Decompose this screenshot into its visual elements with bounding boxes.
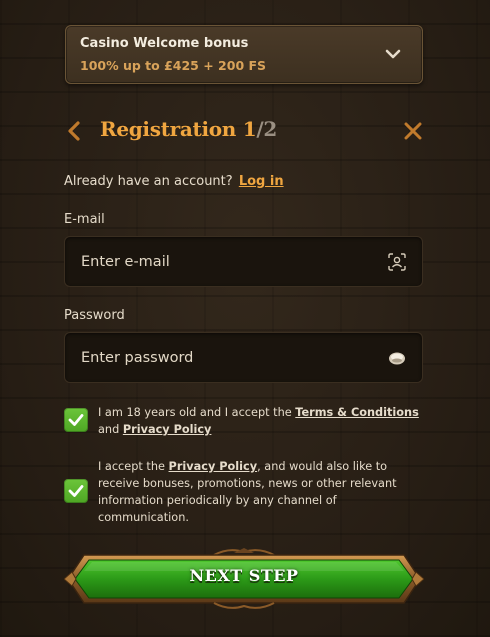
terms-checkbox[interactable]: [64, 408, 88, 432]
terms-consent-row: I am 18 years old and I accept the Terms…: [64, 404, 424, 440]
email-field-wrapper: [64, 236, 423, 287]
marketing-text-1: I accept the: [98, 460, 169, 473]
account-prompt: Already have an account? Log in: [64, 174, 284, 189]
marketing-consent-text: I accept the Privacy Policy, and would a…: [98, 458, 424, 526]
step-total: /2: [256, 117, 277, 141]
password-label: Password: [64, 308, 125, 323]
terms-text-2: and: [98, 423, 123, 436]
checkmark-icon: [68, 414, 84, 426]
chevron-down-icon[interactable]: [384, 45, 402, 63]
privacy-policy-link-2[interactable]: Privacy Policy: [169, 460, 258, 473]
password-field[interactable]: [65, 333, 422, 382]
next-step-button-wrapper: NEXT STEP: [64, 545, 424, 613]
page-title: Registration 1/2: [100, 117, 277, 147]
login-link[interactable]: Log in: [239, 174, 284, 189]
eye-icon[interactable]: [388, 349, 406, 367]
welcome-bonus-dropdown[interactable]: Casino Welcome bonus 100% up to £425 + 2…: [65, 25, 423, 84]
bonus-title: Casino Welcome bonus: [80, 36, 249, 51]
checkmark-icon: [68, 485, 84, 497]
title-text: Registration: [100, 117, 237, 141]
account-prompt-text: Already have an account?: [64, 174, 233, 189]
email-field[interactable]: [65, 237, 422, 286]
face-scan-icon: [388, 253, 406, 271]
close-icon[interactable]: [403, 121, 423, 141]
password-field-wrapper: [64, 332, 423, 383]
step-current: 1: [242, 117, 257, 141]
terms-text-1: I am 18 years old and I accept the: [98, 406, 296, 419]
privacy-policy-link[interactable]: Privacy Policy: [123, 423, 212, 436]
email-label: E-mail: [64, 212, 105, 227]
terms-consent-text: I am 18 years old and I accept the Terms…: [98, 404, 424, 438]
next-step-label: NEXT STEP: [189, 566, 299, 585]
terms-conditions-link[interactable]: Terms & Conditions: [295, 406, 419, 419]
bonus-subtitle: 100% up to £425 + 200 FS: [80, 58, 267, 73]
marketing-checkbox[interactable]: [64, 479, 88, 503]
marketing-consent-row: I accept the Privacy Policy, and would a…: [64, 458, 424, 526]
back-arrow-icon[interactable]: [65, 120, 83, 142]
